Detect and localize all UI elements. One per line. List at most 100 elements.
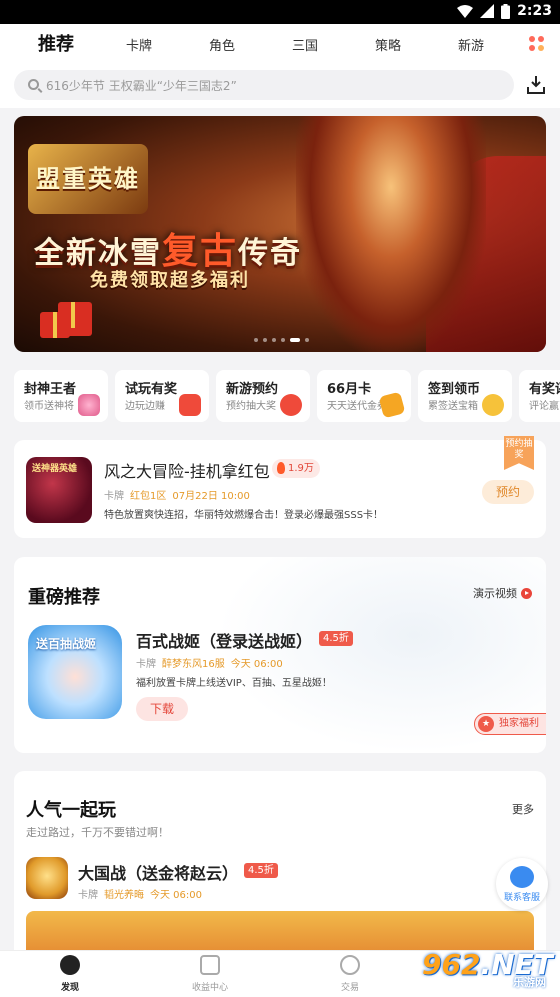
game-category: 卡牌	[78, 890, 98, 901]
quick-entry-monthly-card[interactable]: 66月卡 天天送代金券	[317, 370, 411, 422]
quick-entry-subtitle: 天天送代金券	[327, 401, 387, 412]
tab-strategy[interactable]: 策略	[375, 35, 401, 54]
earnings-icon	[200, 955, 220, 975]
tab-card[interactable]: 卡牌	[126, 35, 152, 54]
quick-entry-subtitle: 领币送神将	[24, 401, 74, 412]
game-thumbnail[interactable]	[26, 857, 68, 899]
exclusive-perk-tag[interactable]: ★ 独家福利	[474, 713, 546, 735]
headset-icon	[510, 866, 534, 888]
heavy-recommend-card: 重磅推荐 演示视频 送百抽战姬 百式战姬（登录送战姬） 4.5折 卡牌 醉梦东风1…	[14, 557, 546, 753]
star-icon: ★	[478, 716, 494, 732]
trade-icon	[340, 955, 360, 975]
game-title[interactable]: 百式战姬（登录送战姬）	[136, 628, 312, 652]
game-thumbnail[interactable]: 送百抽战姬	[28, 625, 122, 719]
site-watermark-logo: 962.NET 乐游网	[416, 946, 556, 992]
game-description: 特色放置爽快连招，华丽特效燃爆合击！登录必爆最强SSS卡！	[104, 510, 384, 521]
lottery-flag: 预约抽奖	[504, 436, 534, 470]
discount-badge: 4.5折	[319, 631, 353, 646]
battery-icon	[501, 3, 511, 19]
quick-entry-subtitle: 累签送宝箱	[428, 401, 478, 412]
banner-subline: 免费领取超多福利	[90, 270, 250, 291]
pager-dot	[272, 338, 276, 342]
quick-entry-title: 试玩有奖	[125, 382, 178, 397]
wifi-icon	[457, 4, 474, 18]
coupon-icon	[378, 391, 406, 419]
quick-entry-title: 新游预约	[226, 382, 279, 397]
game-category: 卡牌	[136, 659, 156, 670]
featured-game-card[interactable]: 送神器英雄 风之大冒险-挂机拿红包 1.9万 卡牌 红包1区 07月22日 10:0…	[14, 436, 546, 538]
customer-service-label: 联系客服	[503, 893, 540, 903]
quick-entry-subtitle: 预约抽大奖	[226, 401, 276, 412]
game-title[interactable]: 大国战（送金将赵云）	[78, 860, 238, 884]
category-grid-icon[interactable]	[529, 36, 545, 52]
game-thumbnail[interactable]: 送神器英雄	[26, 457, 92, 523]
cell-signal-icon	[480, 4, 495, 18]
tab-earnings[interactable]: 收益中心	[170, 955, 250, 993]
pager-dot	[263, 338, 267, 342]
more-link[interactable]: 更多	[512, 801, 534, 817]
quick-entry-fengshen[interactable]: 封神王者 领币送神将	[14, 370, 108, 422]
game-description: 福利放置卡牌上线送VIP、百抽、五星战姬！	[136, 678, 332, 689]
download-button[interactable]: 下载	[136, 697, 188, 721]
banner-pager	[254, 338, 309, 342]
game-category: 卡牌	[104, 491, 124, 502]
play-icon	[521, 588, 532, 599]
demo-video-link[interactable]: 演示视频	[473, 585, 532, 601]
tab-trade[interactable]: 交易	[310, 955, 390, 993]
promo-banner[interactable]: 盟重英雄 全新冰雪复古传奇 免费领取超多福利	[14, 116, 546, 352]
category-tabs: 推荐 卡牌 角色 三国 策略 新游	[0, 24, 560, 62]
quick-entry-title: 封神王者	[24, 382, 77, 397]
quick-entry-checkin[interactable]: 签到领币 累签送宝箱	[418, 370, 512, 422]
gift-box-icon	[179, 394, 201, 416]
quick-entry-review[interactable]: 有奖评 评论赢币	[519, 370, 560, 422]
compass-icon	[60, 955, 80, 975]
game-meta: 卡牌 醉梦东风16服 今天 06:00	[136, 655, 283, 670]
customer-service-button[interactable]: 联系客服	[496, 858, 548, 910]
coin-icon	[482, 394, 504, 416]
quick-entry-title: 66月卡	[327, 382, 372, 397]
section-subtitle: 走过路过，千万不要错过啊！	[26, 826, 169, 839]
quick-entries: 封神王者 领币送神将 试玩有奖 边玩边赚 新游预约 预约抽大奖 66月卡 天天送…	[14, 370, 560, 422]
quick-entry-trial[interactable]: 试玩有奖 边玩边赚	[115, 370, 209, 422]
heat-badge: 1.9万	[272, 459, 320, 478]
tab-three-kingdoms[interactable]: 三国	[292, 35, 318, 54]
pager-dot	[305, 338, 309, 342]
reserve-button[interactable]: 预约	[482, 480, 534, 504]
thumbnail-caption: 送神器英雄	[32, 464, 78, 474]
game-meta: 卡牌 韬光养晦 今天 06:00	[78, 886, 202, 901]
character-icon	[78, 394, 100, 416]
game-meta: 卡牌 红包1区 07月22日 10:00	[104, 487, 250, 502]
game-open-time: 07月22日 10:00	[172, 491, 250, 502]
tab-recommend[interactable]: 推荐	[38, 30, 74, 58]
perk-label: 独家福利	[499, 718, 539, 729]
pager-dot	[254, 338, 258, 342]
search-row: 616少年节 王权霸业“少年三国志2”	[0, 62, 560, 108]
quick-entry-subtitle: 边玩边赚	[125, 401, 165, 412]
gift-box-icon	[58, 302, 92, 336]
demo-video-label: 演示视频	[473, 587, 517, 600]
game-title[interactable]: 风之大冒险-挂机拿红包	[104, 458, 270, 482]
tab-role[interactable]: 角色	[209, 35, 235, 54]
pager-dot-active	[290, 338, 300, 342]
game-server: 红包1区	[130, 491, 167, 502]
game-open-time: 今天 06:00	[230, 659, 283, 670]
search-input[interactable]: 616少年节 王权霸业“少年三国志2”	[14, 70, 514, 100]
game-server: 韬光养晦	[104, 890, 144, 901]
quick-entry-reserve[interactable]: 新游预约 预约抽大奖	[216, 370, 310, 422]
download-manager-icon[interactable]	[526, 75, 546, 95]
game-open-time: 今天 06:00	[150, 890, 202, 901]
tab-discover[interactable]: 发现	[30, 955, 110, 993]
pager-dot	[281, 338, 285, 342]
gamepad-icon	[280, 394, 302, 416]
discount-badge: 4.5折	[244, 863, 278, 878]
search-icon	[28, 79, 39, 90]
status-bar: 2:23	[0, 0, 560, 24]
tab-label: 发现	[60, 983, 79, 993]
quick-entry-title: 签到领币	[428, 382, 481, 397]
heat-count: 1.9万	[288, 463, 314, 474]
tab-new-games[interactable]: 新游	[458, 35, 484, 54]
tab-label: 收益中心	[191, 983, 228, 993]
section-heading: 重磅推荐	[28, 587, 100, 608]
quick-entry-subtitle: 评论赢币	[529, 401, 560, 412]
quick-entry-title: 有奖评	[529, 382, 560, 397]
